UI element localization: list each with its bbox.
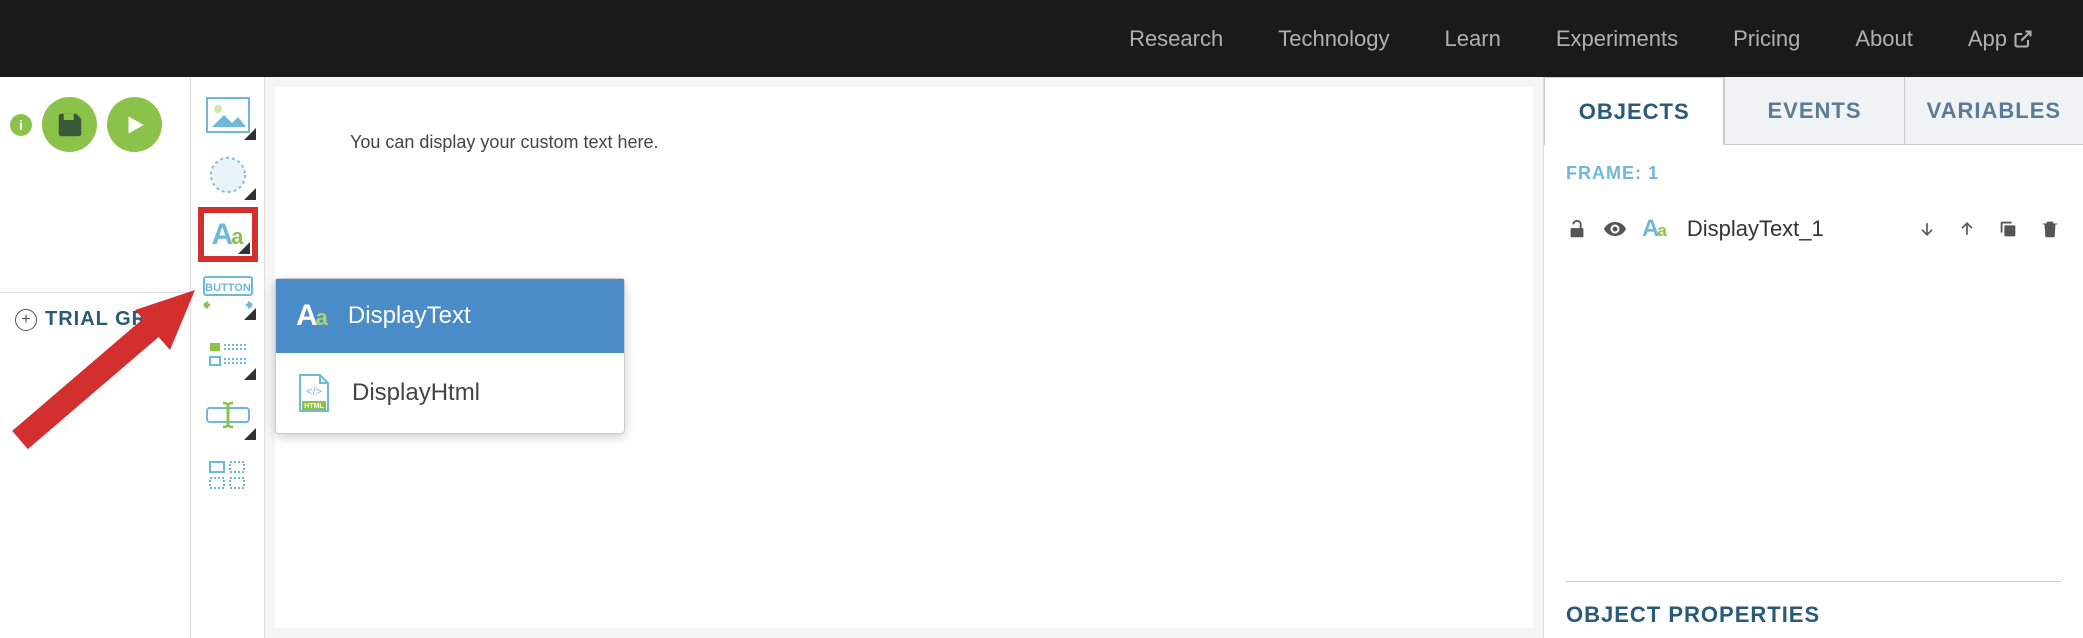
move-up-icon[interactable] [1957, 219, 1977, 239]
nav-app-label: App [1968, 26, 2007, 52]
svg-text:BUTTON: BUTTON [205, 282, 251, 294]
list-icon [208, 339, 248, 371]
flyout-displayhtml-label: DisplayHtml [352, 379, 480, 407]
save-button[interactable] [42, 97, 97, 152]
displaytext-icon: Aa [296, 299, 328, 333]
trash-icon[interactable] [2039, 218, 2061, 240]
nav-experiments[interactable]: Experiments [1556, 26, 1678, 52]
properties-panel: OBJECTS EVENTS VARIABLES FRAME: 1 Aa Dis… [1543, 77, 2083, 638]
object-row[interactable]: Aa DisplayText_1 [1566, 209, 2061, 249]
nav-technology[interactable]: Technology [1278, 26, 1389, 52]
nav-app[interactable]: App [1968, 26, 2033, 52]
info-button[interactable]: i [10, 114, 32, 136]
circle-tool[interactable] [198, 147, 258, 202]
nav-learn[interactable]: Learn [1445, 26, 1501, 52]
text-tool-flyout: Aa DisplayText </> HTML DisplayHtml [275, 278, 625, 434]
copy-icon[interactable] [1997, 218, 2019, 240]
trial-group-section[interactable]: + TRIAL GR [0, 292, 190, 346]
frame-label: FRAME: 1 [1566, 163, 2061, 184]
input-icon [205, 400, 251, 430]
nav-research[interactable]: Research [1129, 26, 1223, 52]
plus-icon: + [15, 309, 37, 331]
nav-pricing[interactable]: Pricing [1733, 26, 1800, 52]
list-tool[interactable] [198, 327, 258, 382]
button-tool[interactable]: BUTTON [198, 267, 258, 322]
svg-text:</>: </> [306, 386, 322, 398]
unlock-icon[interactable] [1566, 218, 1588, 240]
tab-objects[interactable]: OBJECTS [1544, 77, 1724, 145]
save-icon [55, 110, 85, 140]
nav-about[interactable]: About [1855, 26, 1913, 52]
text-tool[interactable]: Aa [198, 207, 258, 262]
flyout-displaytext[interactable]: Aa DisplayText [276, 279, 624, 353]
flyout-displayhtml[interactable]: </> HTML DisplayHtml [276, 353, 624, 433]
circle-icon [208, 155, 248, 195]
top-nav: Research Technology Learn Experiments Pr… [0, 0, 2083, 77]
play-icon [122, 112, 148, 138]
external-link-icon [2013, 29, 2033, 49]
displayhtml-icon: </> HTML [296, 373, 332, 413]
object-name: DisplayText_1 [1687, 216, 1902, 242]
object-properties-title: OBJECT PROPERTIES [1566, 602, 2061, 628]
left-toolbar: i + TRIAL GR [0, 77, 190, 638]
grid-tool[interactable] [198, 447, 258, 502]
play-button[interactable] [107, 97, 162, 152]
tab-variables[interactable]: VARIABLES [1904, 77, 2083, 145]
tab-events[interactable]: EVENTS [1724, 77, 1903, 145]
move-down-icon[interactable] [1917, 219, 1937, 239]
tool-palette: Aa BUTTON [190, 77, 265, 638]
grid-icon [208, 460, 248, 490]
image-tool[interactable] [198, 87, 258, 142]
eye-icon[interactable] [1603, 217, 1627, 241]
trial-group-label: TRIAL GR [45, 308, 147, 331]
text-type-icon: Aa [1642, 215, 1667, 243]
svg-text:HTML: HTML [304, 403, 324, 410]
canvas-placeholder-text[interactable]: You can display your custom text here. [350, 132, 1458, 153]
flyout-displaytext-label: DisplayText [348, 302, 471, 330]
input-tool[interactable] [198, 387, 258, 442]
